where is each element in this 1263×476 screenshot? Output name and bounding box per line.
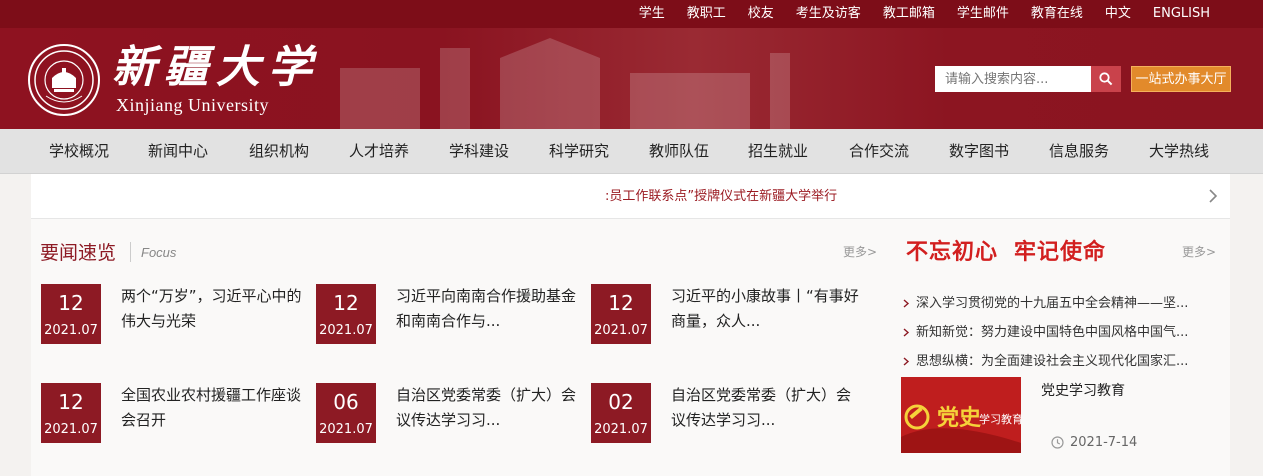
news-item[interactable]: 12 2021.07 全国农业农村援疆工作座谈会召开 [41,383,311,443]
campaign-more-link[interactable]: 更多> [1182,243,1216,260]
top-link-alumni[interactable]: 校友 [737,0,785,28]
nav-item-info-services[interactable]: 信息服务 [1049,129,1109,174]
top-link-chinese[interactable]: 中文 [1094,0,1142,28]
news-item[interactable]: 12 2021.07 两个“万岁”，习近平心中的伟大与光荣 [41,284,311,344]
top-link-staff-mail[interactable]: 教工邮箱 [872,0,946,28]
nav-item-cooperation[interactable]: 合作交流 [849,129,909,174]
party-emblem-banner: 党史 学习教育 [901,377,1021,453]
date-badge: 12 2021.07 [591,284,651,344]
seal-emblem-icon [34,50,94,110]
chevron-right-icon[interactable] [1206,187,1220,205]
feature-image-text-main: 党史 [937,405,982,431]
nav-item-disciplines[interactable]: 学科建设 [449,129,509,174]
campus-building-background [340,38,790,129]
search-button[interactable] [1091,66,1121,92]
date-day: 02 [608,390,634,414]
date-day: 12 [608,291,634,315]
list-item-title[interactable]: 新知新觉：努力建设中国特色中国风格中国气... [916,325,1188,340]
feature-date-text: 2021-7-14 [1070,435,1138,450]
search-input[interactable] [935,66,1091,92]
slogan-part-one: 不忘初心 [906,240,999,265]
date-day: 12 [58,390,84,414]
nav-item-overview[interactable]: 学校概况 [49,129,109,174]
slogan-part-two: 牢记使命 [1014,240,1107,265]
feature-title[interactable]: 党史学习教育 [1041,380,1125,400]
date-year-month: 2021.07 [319,323,373,338]
site-header: 新疆大学 Xinjiang University 一站式办事大厅 [0,28,1263,129]
nav-item-research[interactable]: 科学研究 [549,129,609,174]
title-divider [130,242,131,262]
nav-item-faculty[interactable]: 教师队伍 [649,129,709,174]
date-year-month: 2021.07 [44,323,98,338]
news-title[interactable]: 自治区党委常委（扩大）会议传达学习习... [671,383,861,433]
top-links: 学生 教职工 校友 考生及访客 教工邮箱 学生邮件 教育在线 中文 ENGLIS… [628,0,1221,28]
date-badge: 12 2021.07 [41,284,101,344]
news-item[interactable]: 06 2021.07 自治区党委常委（扩大）会议传达学习习... [316,383,586,443]
date-year-month: 2021.07 [594,422,648,437]
list-item[interactable]: 深入学习贯彻党的十九届五中全会精神——坚... [901,289,1213,318]
news-item[interactable]: 12 2021.07 习近平向南南合作援助基金和南南合作与... [316,284,586,344]
focus-news-more-link[interactable]: 更多> [843,243,877,260]
nav-item-admissions[interactable]: 招生就业 [748,129,808,174]
chevron-right-icon [903,299,910,308]
date-badge: 02 2021.07 [591,383,651,443]
news-title[interactable]: 全国农业农村援疆工作座谈会召开 [121,383,311,433]
feature-date: 2021-7-14 [1051,435,1137,450]
party-history-feature-image[interactable]: 党史 学习教育 [901,377,1021,453]
date-year-month: 2021.07 [319,422,373,437]
nav-item-organization[interactable]: 组织机构 [249,129,309,174]
top-link-edu-online[interactable]: 教育在线 [1020,0,1094,28]
date-day: 12 [58,291,84,315]
list-item[interactable]: 思想纵横：为全面建设社会主义现代化国家汇... [901,347,1213,376]
campaign-article-list: 深入学习贯彻党的十九届五中全会精神——坚... 新知新觉：努力建设中国特色中国风… [901,289,1213,376]
news-title[interactable]: 习近平向南南合作援助基金和南南合作与... [396,284,586,334]
news-title[interactable]: 两个“万岁”，习近平心中的伟大与光荣 [121,284,311,334]
nav-item-news[interactable]: 新闻中心 [148,129,208,174]
date-year-month: 2021.07 [594,323,648,338]
nav-item-library[interactable]: 数字图书 [949,129,1009,174]
news-title[interactable]: 自治区党委常委（扩大）会议传达学习习... [396,383,586,433]
nav-item-education[interactable]: 人才培养 [349,129,409,174]
campaign-slogan: 不忘初心 牢记使命 [906,234,1106,266]
clock-icon [1051,436,1064,449]
top-link-english[interactable]: ENGLISH [1142,0,1221,28]
date-year-month: 2021.07 [44,422,98,437]
chevron-right-icon [903,357,910,366]
news-item[interactable]: 12 2021.07 习近平的小康故事丨“有事好商量，众人... [591,284,861,344]
date-badge: 12 2021.07 [316,284,376,344]
top-link-student-mail[interactable]: 学生邮件 [946,0,1020,28]
logo-chinese-name[interactable]: 新疆大学 [112,42,320,94]
news-ticker: :员工作联系点”授牌仪式在新疆大学举行 [31,174,1230,219]
one-stop-service-button[interactable]: 一站式办事大厅 [1131,66,1231,92]
news-title[interactable]: 习近平的小康故事丨“有事好商量，众人... [671,284,861,334]
top-link-visitors[interactable]: 考生及访客 [785,0,872,28]
list-item-title[interactable]: 思想纵横：为全面建设社会主义现代化国家汇... [916,354,1188,369]
top-bar: 学生 教职工 校友 考生及访客 教工邮箱 学生邮件 教育在线 中文 ENGLIS… [0,0,1263,28]
date-day: 06 [333,390,359,414]
focus-news-subtitle: Focus [141,245,177,260]
main-navigation: 学校概况 新闻中心 组织机构 人才培养 学科建设 科学研究 教师队伍 招生就业 … [0,129,1263,174]
date-badge: 12 2021.07 [41,383,101,443]
list-item-title[interactable]: 深入学习贯彻党的十九届五中全会精神——坚... [916,296,1188,311]
ticker-headline[interactable]: :员工作联系点”授牌仪式在新疆大学举行 [605,174,837,219]
nav-item-hotline[interactable]: 大学热线 [1149,129,1209,174]
date-badge: 06 2021.07 [316,383,376,443]
focus-news-title: 要闻速览 [40,242,117,264]
feature-image-text-sub: 学习教育 [979,412,1021,426]
search-icon [1099,72,1113,86]
logo-english-name[interactable]: Xinjiang University [116,94,269,116]
news-item[interactable]: 02 2021.07 自治区党委常委（扩大）会议传达学习习... [591,383,861,443]
list-item[interactable]: 新知新觉：努力建设中国特色中国风格中国气... [901,318,1213,347]
top-link-student[interactable]: 学生 [628,0,676,28]
date-day: 12 [333,291,359,315]
top-link-staff[interactable]: 教职工 [676,0,737,28]
university-seal-logo[interactable] [28,44,100,116]
chevron-right-icon [903,328,910,337]
